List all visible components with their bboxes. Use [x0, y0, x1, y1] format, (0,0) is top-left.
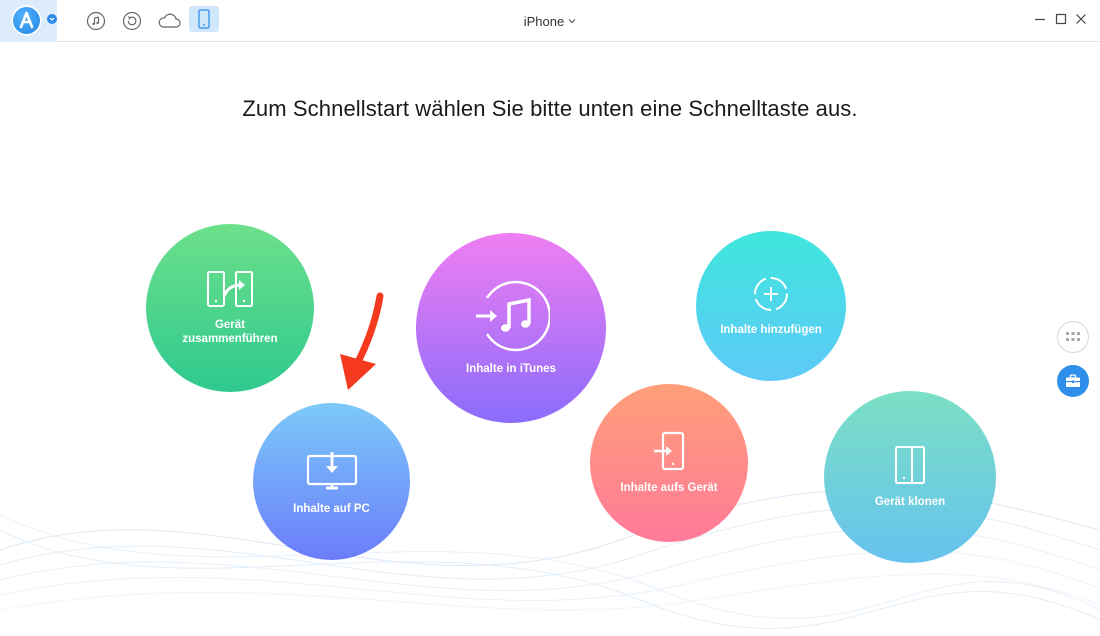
toolbox-button[interactable] [1057, 365, 1089, 397]
music-note-icon[interactable] [82, 7, 110, 35]
toolbox-icon [1066, 374, 1080, 387]
page-title: Zum Schnellstart wählen Sie bitte unten … [242, 96, 858, 121]
phone-import-icon [654, 431, 685, 471]
add-circle-icon [754, 277, 788, 311]
annotation-arrow-icon [340, 292, 384, 390]
itunes-export-label: Inhalte in iTunes [466, 363, 556, 375]
device-selector[interactable]: iPhone [480, 12, 620, 30]
merge-device-icon [207, 271, 253, 307]
grid-icon [1066, 332, 1080, 341]
clone-device-button[interactable]: Gerät klonen [824, 391, 996, 563]
computer-download-icon [306, 451, 357, 489]
maximize-button[interactable] [1053, 11, 1069, 27]
itunes-icon [476, 280, 550, 352]
export-to-pc-label: Inhalte auf PC [293, 502, 370, 515]
export-to-device-label: Inhalte aufs Gerät [620, 482, 718, 494]
export-to-pc-button[interactable]: Inhalte auf PC [253, 403, 410, 560]
title-bar: iPhone [0, 0, 1100, 42]
chevron-down-icon [568, 19, 576, 24]
merge-device-label: Gerät zusammenführen [182, 319, 278, 345]
phone-icon[interactable] [189, 6, 219, 32]
restore-icon[interactable] [118, 7, 146, 35]
add-content-button[interactable]: Inhalte hinzufügen [696, 231, 846, 381]
close-button[interactable] [1073, 11, 1089, 27]
chevron-down-icon[interactable] [47, 14, 57, 24]
merge-device-button[interactable]: Gerät zusammenführen [146, 224, 314, 392]
grid-view-button[interactable] [1057, 321, 1089, 353]
cloud-icon[interactable] [154, 7, 184, 35]
device-name: iPhone [523, 13, 565, 29]
clone-phone-icon [895, 446, 925, 484]
clone-device-label: Gerät klonen [874, 496, 946, 508]
minimize-button[interactable] [1032, 11, 1048, 27]
export-to-device-button[interactable]: Inhalte aufs Gerät [590, 384, 748, 542]
add-content-label: Inhalte hinzufügen [720, 324, 822, 336]
app-logo-icon[interactable] [11, 5, 42, 36]
itunes-export-button[interactable]: Inhalte in iTunes [416, 233, 606, 423]
app-menu-zone[interactable] [0, 0, 57, 42]
